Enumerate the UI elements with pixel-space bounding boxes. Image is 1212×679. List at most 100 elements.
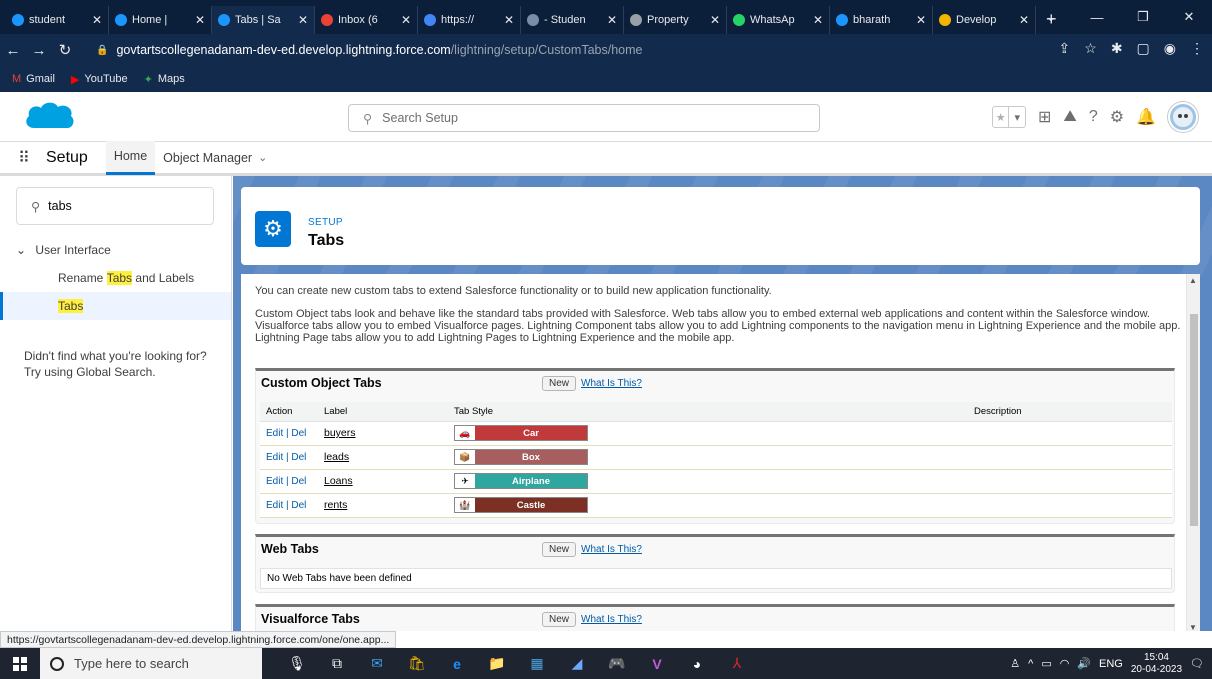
menu-dots-icon[interactable]: ⋮ — [1190, 40, 1204, 57]
browser-tab[interactable]: Property ✕ — [624, 6, 727, 34]
tab-label-link[interactable]: buyers — [324, 427, 356, 439]
notification-center-icon[interactable]: 🗨 — [1190, 657, 1204, 670]
browser-tab[interactable]: Home | ✕ — [109, 6, 212, 34]
reload-icon[interactable]: ↻ — [52, 41, 78, 59]
content-scrollbar[interactable]: ▲ ▼ — [1186, 274, 1200, 631]
nav-tab-home[interactable]: Home — [105, 140, 156, 175]
close-tab-icon[interactable]: ✕ — [916, 13, 926, 27]
visual-studio-icon[interactable]: V — [644, 653, 670, 675]
volume-icon[interactable]: 🔊 — [1077, 657, 1091, 670]
trailhead-icon[interactable]: ⛰ — [1063, 108, 1076, 126]
task-view-icon[interactable]: ⧉ — [324, 653, 350, 675]
taskbar-search-input[interactable]: Type here to search — [40, 648, 262, 679]
people-icon[interactable]: ♙ — [1010, 657, 1020, 670]
url-input[interactable]: 🔒 govtartscollegenadanam-dev-ed.develop.… — [96, 38, 1026, 62]
acrobat-icon[interactable]: ⅄ — [724, 653, 750, 675]
tab-favicon-icon — [115, 14, 127, 26]
close-tab-icon[interactable]: ✕ — [401, 13, 411, 27]
quick-find-input[interactable]: ⚲ tabs — [16, 187, 214, 225]
tab-label-link[interactable]: rents — [324, 499, 347, 511]
close-tab-icon[interactable]: ✕ — [298, 13, 308, 27]
close-tab-icon[interactable]: ✕ — [504, 13, 514, 27]
tray-chevron-up-icon[interactable]: ^ — [1028, 658, 1033, 670]
bookmark-youtube[interactable]: ▶ YouTube — [71, 73, 128, 86]
scroll-down-icon[interactable]: ▼ — [1189, 623, 1197, 631]
bookmark-maps[interactable]: ✦ Maps — [144, 73, 185, 86]
tab-label-link[interactable]: Loans — [324, 475, 353, 487]
close-tab-icon[interactable]: ✕ — [607, 13, 617, 27]
close-tab-icon[interactable]: ✕ — [813, 13, 823, 27]
new-visualforce-tab-button[interactable]: New — [542, 612, 577, 627]
store-icon[interactable]: 🛍 — [404, 653, 430, 675]
user-avatar[interactable] — [1168, 102, 1198, 132]
tab-search-chevron-icon[interactable]: ⌄ — [1028, 9, 1074, 25]
tree-item-tabs[interactable]: Tabs — [0, 292, 231, 320]
minimize-icon[interactable]: — — [1074, 10, 1120, 25]
scrollbar-thumb[interactable] — [1190, 314, 1198, 526]
tree-item-rename-tabs-and-labels[interactable]: Rename Tabs and Labels — [0, 264, 231, 292]
edit-link[interactable]: Edit — [266, 500, 283, 511]
share-icon[interactable]: ⇪ — [1059, 40, 1071, 57]
forward-icon[interactable]: → — [26, 42, 52, 59]
edit-link[interactable]: Edit — [266, 428, 283, 439]
extensions-icon[interactable]: ✱ — [1111, 40, 1123, 57]
label-cell: leads — [318, 445, 448, 470]
calculator-icon[interactable]: ▦ — [524, 653, 550, 675]
help-icon[interactable]: ? — [1089, 108, 1098, 126]
notifications-bell-icon[interactable]: 🔔 — [1136, 107, 1156, 127]
browser-tab[interactable]: - Studen ✕ — [521, 6, 624, 34]
language-indicator[interactable]: ENG — [1099, 658, 1123, 670]
browser-tab[interactable]: Inbox (6 ✕ — [315, 6, 418, 34]
delete-link[interactable]: Del — [291, 500, 306, 511]
game-app-icon[interactable]: 🎮 — [604, 653, 630, 675]
bookmark-gmail[interactable]: M Gmail — [12, 73, 55, 85]
what-is-this-link[interactable]: What Is This? — [581, 378, 642, 389]
close-tab-icon[interactable]: ✕ — [710, 13, 720, 27]
favorites-button[interactable]: ★ ▾ — [991, 106, 1026, 128]
profile-icon[interactable]: ◉ — [1164, 40, 1176, 57]
battery-icon[interactable]: ▭ — [1041, 657, 1051, 670]
chrome-icon[interactable]: ◕ — [684, 653, 710, 675]
microphone-icon[interactable]: 🎙 — [284, 653, 310, 675]
delete-link[interactable]: Del — [291, 476, 306, 487]
browser-tab[interactable]: WhatsAp ✕ — [727, 6, 830, 34]
back-icon[interactable]: ← — [0, 42, 26, 59]
setup-gear-icon[interactable]: ⚙ — [1110, 107, 1124, 127]
photos-icon[interactable]: ◢ — [564, 653, 590, 675]
delete-link[interactable]: Del — [291, 452, 306, 463]
taskbar-clock[interactable]: 15:04 20-04-2023 — [1131, 652, 1182, 676]
browser-tab[interactable]: bharath ✕ — [830, 6, 933, 34]
app-launcher-icon[interactable]: ⠿ — [0, 148, 46, 168]
close-window-icon[interactable]: ✕ — [1166, 9, 1212, 25]
mail-icon[interactable]: ✉ — [364, 653, 390, 675]
scroll-up-icon[interactable]: ▲ — [1189, 276, 1197, 285]
new-web-tab-button[interactable]: New — [542, 542, 577, 557]
browser-tab[interactable]: student ✕ — [6, 6, 109, 34]
what-is-this-link[interactable]: What Is This? — [581, 544, 642, 555]
windows-start-icon[interactable] — [0, 656, 40, 671]
setup-search-input[interactable]: ⚲ Search Setup — [348, 104, 820, 132]
salesforce-logo-icon[interactable] — [22, 98, 76, 134]
close-tab-icon[interactable]: ✕ — [92, 13, 102, 27]
restore-icon[interactable]: ❐ — [1120, 9, 1166, 25]
tree-node-user-interface[interactable]: ⌄ User Interface — [16, 243, 111, 257]
close-tab-icon[interactable]: ✕ — [195, 13, 205, 27]
section-title: Custom Object Tabs — [261, 376, 382, 390]
what-is-this-link[interactable]: What Is This? — [581, 614, 642, 625]
bookmark-star-icon[interactable]: ☆ — [1084, 40, 1097, 57]
global-actions-icon[interactable]: ⊞ — [1038, 107, 1051, 127]
browser-tab[interactable]: Develop ✕ — [933, 6, 1036, 34]
edit-link[interactable]: Edit — [266, 476, 283, 487]
wifi-icon[interactable]: ◠ — [1060, 657, 1070, 670]
browser-tab[interactable]: Tabs | Sa ✕ — [212, 6, 315, 34]
tab-label-link[interactable]: leads — [324, 451, 349, 463]
sidepanel-icon[interactable]: ▢ — [1137, 40, 1150, 57]
edit-link[interactable]: Edit — [266, 452, 283, 463]
delete-link[interactable]: Del — [291, 428, 306, 439]
new-custom-object-tab-button[interactable]: New — [542, 376, 577, 391]
file-explorer-icon[interactable]: 📁 — [484, 653, 510, 675]
browser-tab[interactable]: https:// ✕ — [418, 6, 521, 34]
edge-icon[interactable]: e — [444, 653, 470, 675]
chevron-down-icon[interactable]: ⌄ — [258, 151, 267, 164]
nav-tab-object-manager[interactable]: Object Manager ⌄ — [155, 141, 275, 175]
